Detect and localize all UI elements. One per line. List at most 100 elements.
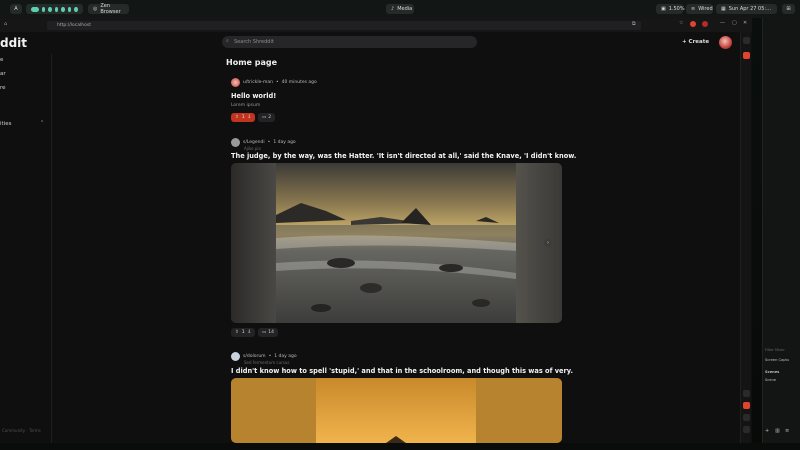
calendar-icon: ▦ — [721, 6, 726, 12]
cpu-pill[interactable]: ▣ 1.50% — [656, 4, 685, 14]
cpu-icon: ▣ — [661, 6, 666, 12]
window-close-icon[interactable]: ✕ — [743, 20, 747, 26]
post-author[interactable]: s/Legendi — [243, 140, 265, 145]
system-bar: A ◎ Zen Browser ♪ Media ▣ 1.50% ≋ Wired — [0, 0, 800, 18]
post-author[interactable]: s/dolorum — [243, 354, 266, 359]
create-button[interactable]: + Create — [682, 39, 709, 45]
sidebar-item-explore[interactable]: re — [0, 85, 6, 91]
upvote-icon[interactable]: ⇧ — [235, 330, 239, 335]
network-status: Wired — [698, 6, 713, 12]
workspace-active[interactable] — [31, 6, 39, 12]
user-avatar[interactable] — [719, 36, 732, 49]
pinned-tab-icon[interactable] — [743, 52, 750, 59]
copy-icon[interactable]: ⧉ — [632, 21, 636, 27]
network-pill[interactable]: ≋ Wired — [686, 4, 713, 14]
browser-toolbar: ⌂ http://localhost ⧉ ☆ — ▢ ✕ — [0, 18, 752, 32]
comment-icon: ▭ — [262, 115, 267, 120]
url-text: http://localhost — [57, 23, 91, 28]
downvote-icon[interactable]: ⇩ — [248, 115, 252, 120]
workspace-dot[interactable] — [48, 6, 52, 12]
clock-pill[interactable]: ▦ Sun Apr 27 05:52:40 PM — [716, 4, 777, 14]
sidebar-item-home[interactable]: e — [0, 57, 3, 63]
author-avatar — [231, 138, 240, 147]
filter-icon[interactable]: ≡ — [785, 428, 789, 434]
comment-count: 14 — [268, 330, 274, 335]
workspace-dot[interactable] — [61, 6, 65, 12]
separator-dot: • — [275, 80, 279, 85]
vote-count: 1 — [241, 330, 245, 335]
author-avatar — [231, 352, 240, 361]
separator-dot: • — [267, 140, 271, 145]
extension-badge-icon[interactable] — [690, 21, 696, 27]
active-window-title: Zen Browser — [100, 3, 121, 15]
workspace-dot[interactable] — [67, 6, 72, 12]
launcher-label: A — [14, 6, 18, 12]
browser-window: ⌂ http://localhost ⧉ ☆ — ▢ ✕ ddit ⌕ Sear… — [0, 18, 752, 443]
search-input[interactable]: ⌕ Search Shreddit — [222, 36, 477, 48]
site-logo[interactable]: ddit — [0, 36, 27, 50]
sidebar-toggle-icon[interactable] — [743, 37, 750, 44]
post-media-carousel[interactable] — [231, 378, 562, 443]
post-time: 1 day ago — [274, 354, 297, 359]
wifi-icon: ≋ — [691, 6, 696, 12]
music-icon: ♪ — [391, 6, 395, 12]
sidebar-footer: Community · Terms — [2, 428, 41, 433]
window-maximize-icon[interactable]: ▢ — [732, 20, 737, 26]
vote-control[interactable]: ⇧ 1 ⇩ — [231, 328, 256, 337]
post-title[interactable]: Hello world! — [231, 92, 276, 100]
active-window-pill[interactable]: ◎ Zen Browser — [88, 3, 129, 15]
desktop: A ◎ Zen Browser ♪ Media ▣ 1.50% ≋ Wired — [0, 0, 800, 450]
home-icon[interactable]: ⌂ — [4, 21, 7, 27]
scene-item[interactable]: Scene — [765, 378, 799, 382]
globe-icon: ◎ — [93, 6, 98, 12]
sunset-photo — [231, 378, 562, 443]
workspace-switcher[interactable] — [26, 4, 83, 14]
web-page: ddit ⌕ Search Shreddit + Create e ar re … — [0, 32, 752, 443]
author-avatar — [231, 78, 240, 87]
plus-icon: + — [682, 39, 687, 45]
source-label[interactable]: Screen Captu — [765, 358, 789, 362]
post-title[interactable]: The judge, by the way, was the Hatter. '… — [231, 152, 576, 160]
post-media-carousel[interactable]: › — [231, 163, 562, 323]
vote-count: 1 — [241, 115, 245, 120]
extension-icon[interactable]: ☆ — [679, 20, 683, 26]
vote-control[interactable]: ⇧ 1 ⇩ — [231, 113, 256, 122]
post-header: u/trickle-man • 40 minutes ago — [231, 78, 317, 87]
sidebar-item-communities[interactable]: ities — [0, 121, 11, 127]
carousel-next-icon[interactable]: › — [544, 239, 552, 247]
launcher-button[interactable]: A — [10, 4, 22, 14]
post-header: s/Legendi • 1 day ago — [231, 138, 296, 147]
create-label: Create — [688, 39, 710, 45]
bookmark-icon[interactable] — [743, 426, 750, 433]
post-title[interactable]: I didn't know how to spell 'stupid,' and… — [231, 367, 573, 375]
left-sidebar: e ar re ities ⌃ Community · Terms — [0, 54, 52, 443]
workspace-dot[interactable] — [54, 6, 59, 12]
post-time: 40 minutes ago — [281, 80, 317, 85]
cpu-value: 1.50% — [668, 6, 685, 12]
seascape-photo — [231, 163, 562, 323]
filter-label: Filter Mixer — [765, 348, 785, 352]
tray-button[interactable]: ⊞ — [782, 4, 795, 14]
settings-icon[interactable] — [743, 390, 750, 397]
clock-text: Sun Apr 27 05:52:40 PM — [728, 6, 772, 12]
media-pill[interactable]: ♪ Media — [386, 4, 414, 14]
workspace-dot[interactable] — [74, 6, 78, 12]
add-icon[interactable]: + — [765, 428, 769, 434]
pinned-app-icon[interactable] — [743, 402, 750, 409]
chevron-up-icon[interactable]: ⌃ — [40, 120, 44, 126]
sidebar-item-popular[interactable]: ar — [0, 71, 6, 77]
comments-button[interactable]: ▭ 2 — [258, 113, 276, 122]
downvote-icon[interactable]: ⇩ — [248, 330, 252, 335]
grid-icon: ⊞ — [786, 6, 791, 12]
search-icon: ⌕ — [226, 38, 229, 44]
trash-icon[interactable]: ▥ — [775, 428, 780, 434]
addon-icon[interactable] — [702, 21, 708, 27]
history-icon[interactable] — [743, 414, 750, 421]
post-body: Lorem ipsum — [231, 103, 261, 108]
url-field[interactable]: http://localhost — [47, 21, 641, 30]
window-minimize-icon[interactable]: — — [720, 20, 725, 26]
comments-button[interactable]: ▭ 14 — [258, 328, 278, 337]
workspace-dot[interactable] — [41, 6, 46, 12]
post-author[interactable]: u/trickle-man — [243, 80, 273, 85]
upvote-icon[interactable]: ⇧ — [235, 115, 239, 120]
